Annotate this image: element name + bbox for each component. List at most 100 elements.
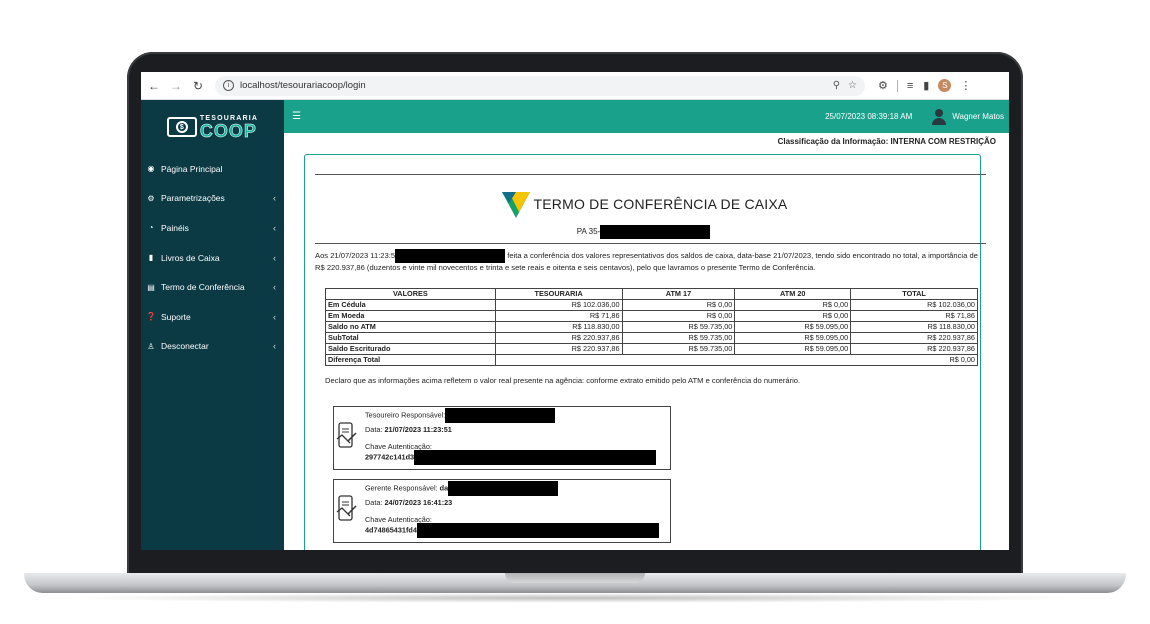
signature-role-line: Tesoureiro Responsável: xyxy=(365,408,556,423)
address-bar[interactable]: i localhost/tesourariacoop/login ⚲ ☆ xyxy=(215,75,865,96)
reload-icon[interactable]: ↻ xyxy=(189,77,207,95)
paragraph-start: Aos 21/07/2023 11:23:5 xyxy=(315,251,396,260)
profile-avatar[interactable]: S xyxy=(938,79,952,92)
column-header: VALORES xyxy=(325,288,496,300)
address-url[interactable]: localhost/tesourariacoop/login xyxy=(240,80,825,91)
row-label: SubTotal xyxy=(325,332,496,344)
sidebar-item-termo-de-conferencia[interactable]: ▤ Termo de Conferência ‹ xyxy=(141,272,284,302)
back-arrow-icon[interactable]: ← xyxy=(145,77,163,95)
browser-menu-icon[interactable]: ⋮ xyxy=(960,79,971,92)
sidebar-item-label: Página Principal xyxy=(161,163,223,174)
table-cell: R$ 118.830,00 xyxy=(494,321,623,333)
date-value: 24/07/2023 16:41:23 xyxy=(384,498,453,507)
signature-role-line: Gerente Responsável: da xyxy=(365,481,559,496)
browser-toolbar: ← → ↻ i localhost/tesourariacoop/login ⚲… xyxy=(141,72,1009,100)
table-cell: R$ 220.937,86 xyxy=(494,332,623,344)
current-datetime: 25/07/2023 08:39:18 AM xyxy=(825,112,913,121)
column-header: ATM 20 xyxy=(734,288,852,300)
pie-chart-icon: ◔ xyxy=(148,223,154,233)
book-icon: ▮ xyxy=(148,253,154,263)
pa-line: PA 35- xyxy=(305,225,982,239)
signed-phone-icon xyxy=(336,495,357,521)
toolbar-divider xyxy=(896,79,898,92)
declaration-text: Declaro que as informações acima reflete… xyxy=(325,376,801,385)
reading-list-icon[interactable]: ≡ xyxy=(907,80,913,92)
values-table: VALORES TESOURARIA ATM 17 ATM 20 TOTAL E… xyxy=(325,288,979,366)
document-panel: TERMO DE CONFERÊNCIA DE CAIXA PA 35- Aos… xyxy=(304,154,986,550)
row-label: Saldo no ATM xyxy=(325,321,496,333)
date-value: 21/07/2023 11:23:51 xyxy=(384,425,452,434)
signature-box-treasurer: Tesoureiro Responsável: Data: 21/07/2023… xyxy=(333,406,671,470)
redaction-block xyxy=(395,249,506,263)
brand-logo[interactable]: $ TESOURARIA COOP xyxy=(141,100,284,154)
table-cell: R$ 59.735,00 xyxy=(621,321,736,333)
sidebar-item-livros-de-caixa[interactable]: ▮ Livros de Caixa ‹ xyxy=(141,243,284,273)
table-cell: R$ 71,86 xyxy=(850,310,978,322)
bookmark-star-icon[interactable]: ☆ xyxy=(848,80,857,91)
sidebar-item-suporte[interactable]: ❓ Suporte ‹ xyxy=(141,302,284,332)
dashboard-icon: ◉ xyxy=(147,164,155,174)
chevron-left-icon: ‹ xyxy=(273,282,276,293)
classification-label: Classificação da Informação: INTERNA COM… xyxy=(777,137,996,146)
redaction-block xyxy=(600,225,711,239)
table-cell: R$ 220.937,86 xyxy=(494,343,623,355)
sidebar-item-parametrizacoes[interactable]: ⚙ Parametrizações ‹ xyxy=(141,184,284,214)
table-cell: R$ 118.830,00 xyxy=(850,321,978,333)
row-label: Em Cédula xyxy=(325,299,496,311)
table-cell: R$ 59.095,00 xyxy=(734,332,852,344)
main-content: Classificação da Informação: INTERNA COM… xyxy=(284,133,1009,550)
table-cell: R$ 0,00 xyxy=(621,310,736,322)
forward-arrow-icon[interactable]: → xyxy=(167,77,185,95)
diff-value: R$ 0,00 xyxy=(494,354,979,366)
site-info-icon[interactable]: i xyxy=(223,80,234,91)
laptop-shadow xyxy=(60,593,1090,603)
sidebar-item-label: Suporte xyxy=(161,311,191,322)
app-topbar: ☰ 25/07/2023 08:39:18 AM Wagner Matos xyxy=(284,100,1009,133)
table-row: Saldo Escriturado R$ 220.937,86 R$ 59.73… xyxy=(325,343,978,355)
question-icon: ❓ xyxy=(146,312,156,322)
document-paragraph: Aos 21/07/2023 11:23:5 feita a conferênc… xyxy=(315,249,987,274)
chevron-left-icon: ‹ xyxy=(273,311,276,322)
browser-actions: ⚙ ≡ ▮ S ⋮ xyxy=(873,79,976,92)
redaction-block xyxy=(414,450,657,465)
key-icon[interactable]: ⚲ xyxy=(833,80,840,91)
column-header: ATM 17 xyxy=(621,288,736,300)
row-label: Em Moeda xyxy=(325,310,496,322)
sidebar-item-desconectar[interactable]: ♙ Desconectar ‹ xyxy=(141,332,284,362)
extensions-icon[interactable]: ⚙ xyxy=(878,79,888,92)
user-name[interactable]: Wagner Matos xyxy=(952,112,1004,121)
date-label: Data: xyxy=(365,498,383,507)
user-avatar-icon[interactable] xyxy=(932,108,947,125)
table-row-diff: Diferença Total R$ 0,00 xyxy=(325,354,979,366)
signed-phone-icon xyxy=(336,422,357,448)
sidebar-item-label: Livros de Caixa xyxy=(161,252,220,263)
hamburger-menu-icon[interactable]: ☰ xyxy=(292,111,301,122)
pa-label: PA 35- xyxy=(576,227,601,237)
row-label: Diferença Total xyxy=(325,354,496,366)
sidebar-item-paineis[interactable]: ◔ Painéis ‹ xyxy=(141,213,284,243)
user-icon: ♙ xyxy=(147,341,155,351)
redaction-block xyxy=(448,481,559,496)
side-panel-icon[interactable]: ▮ xyxy=(923,79,929,92)
signature-date-line: Data: 21/07/2023 11:23:51 xyxy=(365,425,452,434)
table-header-row: VALORES TESOURARIA ATM 17 ATM 20 TOTAL xyxy=(325,288,978,300)
table-cell: R$ 0,00 xyxy=(734,299,852,311)
chevron-left-icon: ‹ xyxy=(273,222,276,233)
table-cell: R$ 102.036,00 xyxy=(494,299,623,311)
column-header: TOTAL xyxy=(850,288,978,300)
laptop-screen: ← → ↻ i localhost/tesourariacoop/login ⚲… xyxy=(141,72,1009,550)
role-label: Tesoureiro Responsável: xyxy=(365,410,446,420)
divider xyxy=(315,174,986,175)
sidebar-item-pagina-principal[interactable]: ◉ Página Principal xyxy=(141,154,284,184)
role-value: da xyxy=(439,483,449,493)
brand-line2: COOP xyxy=(199,120,257,141)
sidebar-item-label: Painéis xyxy=(161,222,189,233)
table-cell: R$ 0,00 xyxy=(621,299,736,311)
table-row: SubTotal R$ 220.937,86 R$ 59.735,00 R$ 5… xyxy=(325,332,978,344)
chevron-left-icon: ‹ xyxy=(273,252,276,263)
laptop-notch xyxy=(505,573,645,583)
sidebar-item-label: Parametrizações xyxy=(161,193,225,204)
key-value: 297742c141d3 xyxy=(365,452,415,462)
table-cell: R$ 59.735,00 xyxy=(621,343,736,355)
redaction-block xyxy=(416,523,659,538)
